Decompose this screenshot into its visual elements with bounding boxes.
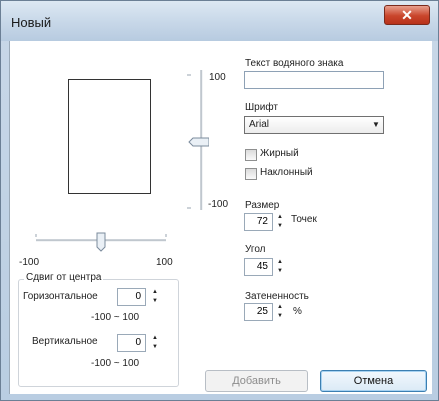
- vertical-slider-thumb[interactable]: [188, 137, 209, 147]
- watermark-text-input[interactable]: [244, 71, 384, 89]
- horizontal-offset-field[interactable]: 0: [117, 288, 146, 306]
- vertical-offset-spinner[interactable]: ▲ ▼: [151, 334, 159, 352]
- vertical-slider[interactable]: [181, 65, 209, 215]
- horizontal-slider-max-label: 100: [156, 257, 173, 268]
- cancel-button[interactable]: Отмена: [320, 370, 427, 392]
- size-spinner[interactable]: ▲ ▼: [276, 213, 284, 231]
- shade-unit-label: %: [293, 306, 302, 317]
- italic-checkbox[interactable]: [245, 168, 257, 180]
- title-bar: Новый ✕: [1, 1, 438, 41]
- vertical-offset-range: -100 ~ 100: [91, 358, 140, 369]
- size-unit-label: Точек: [291, 214, 317, 225]
- watermark-preview: [68, 79, 151, 194]
- horizontal-offset-range: -100 ~ 100: [91, 312, 140, 323]
- close-button[interactable]: ✕: [384, 5, 430, 25]
- shade-label: Затененность: [245, 291, 309, 302]
- close-icon: ✕: [401, 7, 413, 23]
- horizontal-slider-thumb[interactable]: [96, 232, 106, 252]
- shade-spinner[interactable]: ▲ ▼: [276, 303, 284, 321]
- size-field[interactable]: 72: [244, 213, 273, 231]
- window-title: Новый: [11, 15, 52, 30]
- vertical-offset-field[interactable]: 0: [117, 334, 146, 352]
- angle-field[interactable]: 45: [244, 258, 273, 276]
- horizontal-offset-spinner[interactable]: ▲ ▼: [151, 288, 159, 306]
- font-label: Шрифт: [245, 102, 278, 113]
- angle-label: Угол: [245, 244, 266, 255]
- horizontal-slider-min-label: -100: [19, 257, 40, 268]
- font-select[interactable]: Arial ▼: [244, 116, 384, 134]
- size-label: Размер: [245, 200, 280, 211]
- bold-label: Жирный: [260, 148, 299, 159]
- vertical-offset-label: Вертикальное: [32, 336, 98, 347]
- vertical-slider-min-label: -100: [208, 199, 229, 210]
- watermark-text-label: Текст водяного знака: [245, 58, 344, 69]
- vertical-slider-max-label: 100: [209, 72, 226, 83]
- horizontal-offset-label: Горизонтальное: [23, 291, 98, 302]
- add-button[interactable]: Добавить: [205, 370, 308, 392]
- offset-group-title: Сдвиг от центра: [24, 272, 104, 283]
- horizontal-slider[interactable]: [31, 229, 171, 259]
- angle-spinner[interactable]: ▲ ▼: [276, 258, 284, 276]
- chevron-down-icon: ▼: [372, 120, 380, 129]
- bold-checkbox[interactable]: [245, 149, 257, 161]
- font-select-value: Arial: [249, 119, 270, 130]
- shade-field[interactable]: 25: [244, 303, 273, 321]
- italic-label: Наклонный: [260, 167, 313, 178]
- dialog-window: Новый ✕ 100 -100 -100 100 Сдвиг от центр…: [0, 0, 439, 401]
